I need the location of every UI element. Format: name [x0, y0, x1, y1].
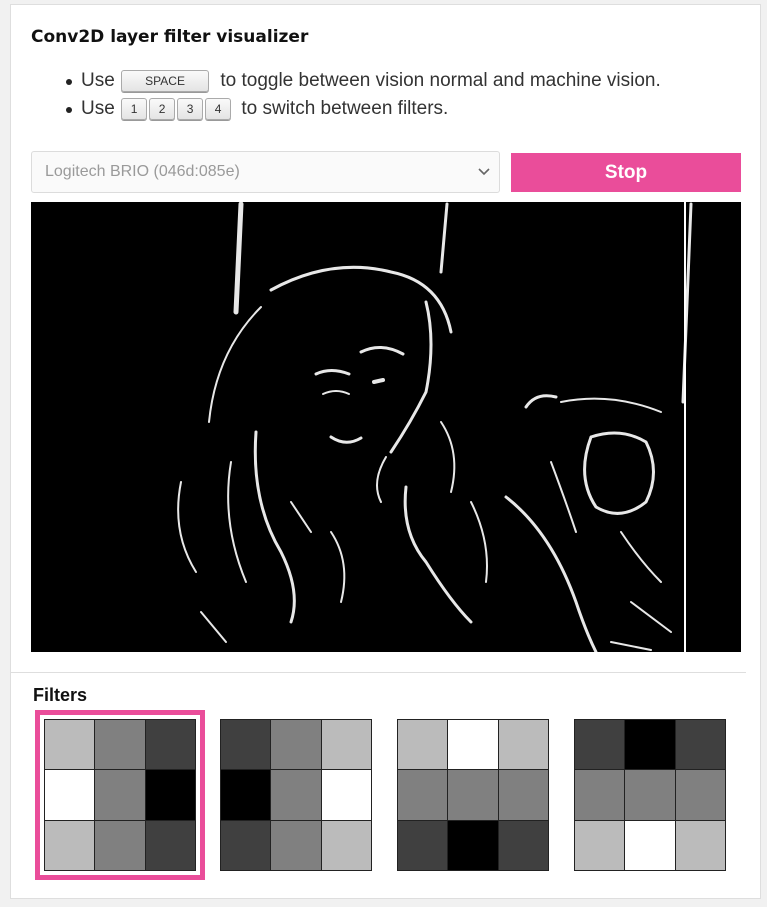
visualizer-card: Conv2D layer filter visualizer Use SPACE… [10, 4, 761, 899]
divider [11, 672, 746, 673]
kernel-cell [95, 820, 145, 870]
kernel-cell [221, 820, 271, 870]
filters-title: Filters [33, 685, 88, 705]
kernel-cell [95, 720, 145, 770]
kernel-cell [498, 720, 548, 770]
space-key: SPACE [121, 69, 210, 92]
kernel-cell [45, 820, 95, 870]
key-2: 2 [149, 97, 176, 120]
kernel-cell [145, 770, 195, 820]
key-3: 3 [177, 97, 204, 120]
kernel-cell [45, 770, 95, 820]
key-1: 1 [121, 97, 148, 120]
kernel-cell [398, 820, 448, 870]
kernel-cell [45, 720, 95, 770]
kernel-cell [321, 720, 371, 770]
kernel-cell [498, 770, 548, 820]
kernel-cell [448, 720, 498, 770]
instructions-list: Use SPACE to toggle between vision norma… [66, 67, 661, 123]
kernel-cell [321, 770, 371, 820]
instruction-space: Use SPACE to toggle between vision norma… [66, 67, 661, 95]
edge-detected-frame [177, 202, 693, 652]
kernel-cell [448, 770, 498, 820]
key-4: 4 [205, 97, 232, 120]
kernel-cell [95, 770, 145, 820]
kernel-cell [398, 770, 448, 820]
filter-kernel-3[interactable] [397, 719, 549, 871]
page-title: Conv2D layer filter visualizer [31, 27, 309, 47]
kernel-cell [575, 820, 625, 870]
kernel-cell [625, 820, 675, 870]
video-feed [31, 202, 741, 652]
kernel-cell [625, 720, 675, 770]
kernel-cell [675, 720, 725, 770]
filter-kernel-1[interactable] [35, 710, 205, 880]
camera-select-value: Logitech BRIO (046d:085e) [45, 163, 240, 180]
kernel-cell [271, 820, 321, 870]
camera-select[interactable]: Logitech BRIO (046d:085e) [31, 151, 500, 193]
chevron-down-icon [478, 168, 490, 176]
stop-button[interactable]: Stop [511, 153, 741, 192]
kernel-cell [675, 770, 725, 820]
kernel-cell [575, 770, 625, 820]
kernel-cell [221, 720, 271, 770]
kernel-cell [145, 720, 195, 770]
kernel-cell [271, 720, 321, 770]
kernel-cell [221, 770, 271, 820]
instruction-numbers: Use 1234 to switch between filters. [66, 95, 661, 123]
kernel-cell [575, 720, 625, 770]
filter-kernel-2[interactable] [220, 719, 372, 871]
bullet [66, 79, 72, 85]
kernel-cell [271, 770, 321, 820]
filter-kernel-4[interactable] [574, 719, 726, 871]
kernel-cell [321, 820, 371, 870]
kernel-cell [675, 820, 725, 870]
kernel-cell [625, 770, 675, 820]
kernel-cell [448, 820, 498, 870]
bullet [66, 107, 72, 113]
kernel-cell [145, 820, 195, 870]
kernel-cell [498, 820, 548, 870]
kernel-cell [398, 720, 448, 770]
